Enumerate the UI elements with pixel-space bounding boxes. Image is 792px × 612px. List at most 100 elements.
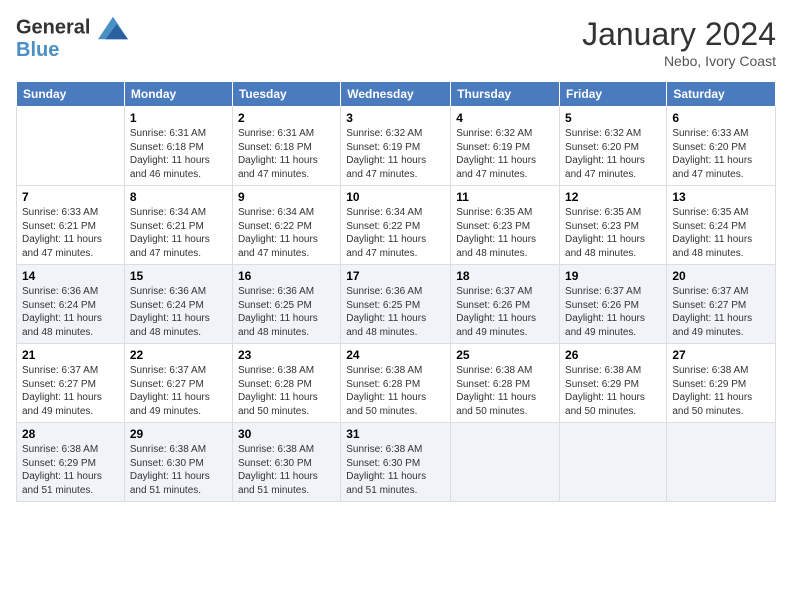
calendar-header-row: Sunday Monday Tuesday Wednesday Thursday…	[17, 82, 776, 107]
header: General Blue January 2024 Nebo, Ivory Co…	[16, 16, 776, 69]
day-number: 2	[238, 111, 335, 125]
calendar-cell: 30 Sunrise: 6:38 AMSunset: 6:30 PMDayligh…	[232, 423, 340, 502]
calendar-week-5: 28 Sunrise: 6:38 AMSunset: 6:29 PMDayligh…	[17, 423, 776, 502]
calendar-cell: 1Sunrise: 6:31 AMSunset: 6:18 PMDaylight…	[124, 107, 232, 186]
logo: General Blue	[16, 16, 128, 60]
day-info: Sunrise: 6:38 AMSunset: 6:29 PMDaylight:…	[672, 364, 770, 418]
day-number: 19	[565, 269, 661, 283]
day-number: 22	[130, 348, 227, 362]
calendar-cell: 9 Sunrise: 6:34 AMSunset: 6:22 PMDaylight…	[232, 186, 340, 265]
day-info: Sunrise: 6:37 AMSunset: 6:27 PMDaylight:…	[130, 364, 227, 418]
header-saturday: Saturday	[667, 82, 776, 107]
calendar-cell: 15Sunrise: 6:36 AMSunset: 6:24 PMDayligh…	[124, 265, 232, 344]
day-number: 5	[565, 111, 661, 125]
logo-text: General	[16, 16, 128, 40]
day-number: 8	[130, 190, 227, 204]
day-info: Sunrise: 6:35 AMSunset: 6:23 PMDaylight:…	[565, 206, 661, 260]
day-number: 25	[456, 348, 554, 362]
day-info: Sunrise: 6:37 AMSunset: 6:27 PMDaylight:…	[672, 285, 770, 339]
day-info: Sunrise: 6:38 AMSunset: 6:28 PMDaylight:…	[238, 364, 335, 418]
calendar-cell: 24Sunrise: 6:38 AMSunset: 6:28 PMDayligh…	[341, 344, 451, 423]
calendar-cell: 22 Sunrise: 6:37 AMSunset: 6:27 PMDayligh…	[124, 344, 232, 423]
day-number: 29	[130, 427, 227, 441]
calendar-cell: 5 Sunrise: 6:32 AMSunset: 6:20 PMDaylight…	[560, 107, 667, 186]
day-info: Sunrise: 6:31 AMSunset: 6:18 PMDaylight:…	[238, 127, 335, 181]
logo-icon	[98, 16, 128, 40]
day-info: Sunrise: 6:36 AMSunset: 6:24 PMDaylight:…	[130, 285, 227, 339]
calendar-week-2: 7 Sunrise: 6:33 AMSunset: 6:21 PMDaylight…	[17, 186, 776, 265]
day-number: 18	[456, 269, 554, 283]
day-number: 9	[238, 190, 335, 204]
header-thursday: Thursday	[451, 82, 560, 107]
day-info: Sunrise: 6:36 AMSunset: 6:25 PMDaylight:…	[346, 285, 445, 339]
calendar-cell	[667, 423, 776, 502]
calendar-cell: 29Sunrise: 6:38 AMSunset: 6:30 PMDayligh…	[124, 423, 232, 502]
day-info: Sunrise: 6:33 AMSunset: 6:20 PMDaylight:…	[672, 127, 770, 181]
calendar-week-3: 14 Sunrise: 6:36 AMSunset: 6:24 PMDayligh…	[17, 265, 776, 344]
calendar-cell: 10Sunrise: 6:34 AMSunset: 6:22 PMDayligh…	[341, 186, 451, 265]
day-info: Sunrise: 6:37 AMSunset: 6:26 PMDaylight:…	[565, 285, 661, 339]
calendar-cell: 31Sunrise: 6:38 AMSunset: 6:30 PMDayligh…	[341, 423, 451, 502]
day-number: 12	[565, 190, 661, 204]
day-number: 6	[672, 111, 770, 125]
day-info: Sunrise: 6:36 AMSunset: 6:24 PMDaylight:…	[22, 285, 119, 339]
day-number: 7	[22, 190, 119, 204]
calendar-cell: 23 Sunrise: 6:38 AMSunset: 6:28 PMDayligh…	[232, 344, 340, 423]
calendar-cell	[451, 423, 560, 502]
day-info: Sunrise: 6:35 AMSunset: 6:23 PMDaylight:…	[456, 206, 554, 260]
day-number: 16	[238, 269, 335, 283]
day-number: 4	[456, 111, 554, 125]
calendar-page: General Blue January 2024 Nebo, Ivory Co…	[0, 0, 792, 612]
location: Nebo, Ivory Coast	[582, 53, 776, 69]
logo-blue: Blue	[16, 40, 128, 60]
header-wednesday: Wednesday	[341, 82, 451, 107]
day-number: 28	[22, 427, 119, 441]
day-number: 20	[672, 269, 770, 283]
calendar-cell: 13 Sunrise: 6:35 AMSunset: 6:24 PMDayligh…	[667, 186, 776, 265]
day-info: Sunrise: 6:34 AMSunset: 6:21 PMDaylight:…	[130, 206, 227, 260]
day-info: Sunrise: 6:38 AMSunset: 6:28 PMDaylight:…	[346, 364, 445, 418]
calendar-cell: 20 Sunrise: 6:37 AMSunset: 6:27 PMDayligh…	[667, 265, 776, 344]
calendar-cell	[560, 423, 667, 502]
calendar-cell: 28 Sunrise: 6:38 AMSunset: 6:29 PMDayligh…	[17, 423, 125, 502]
day-info: Sunrise: 6:35 AMSunset: 6:24 PMDaylight:…	[672, 206, 770, 260]
calendar-cell: 2 Sunrise: 6:31 AMSunset: 6:18 PMDaylight…	[232, 107, 340, 186]
day-info: Sunrise: 6:32 AMSunset: 6:19 PMDaylight:…	[346, 127, 445, 181]
month-title: January 2024	[582, 16, 776, 53]
day-info: Sunrise: 6:33 AMSunset: 6:21 PMDaylight:…	[22, 206, 119, 260]
header-tuesday: Tuesday	[232, 82, 340, 107]
calendar-cell: 27 Sunrise: 6:38 AMSunset: 6:29 PMDayligh…	[667, 344, 776, 423]
calendar-cell: 21Sunrise: 6:37 AMSunset: 6:27 PMDayligh…	[17, 344, 125, 423]
title-block: January 2024 Nebo, Ivory Coast	[582, 16, 776, 69]
calendar-cell: 4 Sunrise: 6:32 AMSunset: 6:19 PMDaylight…	[451, 107, 560, 186]
day-info: Sunrise: 6:38 AMSunset: 6:29 PMDaylight:…	[22, 443, 119, 497]
day-info: Sunrise: 6:32 AMSunset: 6:19 PMDaylight:…	[456, 127, 554, 181]
calendar-cell: 14 Sunrise: 6:36 AMSunset: 6:24 PMDayligh…	[17, 265, 125, 344]
day-number: 13	[672, 190, 770, 204]
calendar-cell: 18 Sunrise: 6:37 AMSunset: 6:26 PMDayligh…	[451, 265, 560, 344]
day-number: 27	[672, 348, 770, 362]
calendar-cell: 8 Sunrise: 6:34 AMSunset: 6:21 PMDaylight…	[124, 186, 232, 265]
header-friday: Friday	[560, 82, 667, 107]
logo-general: General	[16, 16, 90, 38]
day-number: 30	[238, 427, 335, 441]
header-sunday: Sunday	[17, 82, 125, 107]
day-number: 10	[346, 190, 445, 204]
calendar-cell	[17, 107, 125, 186]
day-info: Sunrise: 6:34 AMSunset: 6:22 PMDaylight:…	[238, 206, 335, 260]
day-info: Sunrise: 6:38 AMSunset: 6:28 PMDaylight:…	[456, 364, 554, 418]
calendar-cell: 11Sunrise: 6:35 AMSunset: 6:23 PMDayligh…	[451, 186, 560, 265]
day-number: 3	[346, 111, 445, 125]
day-info: Sunrise: 6:38 AMSunset: 6:29 PMDaylight:…	[565, 364, 661, 418]
day-number: 31	[346, 427, 445, 441]
day-number: 14	[22, 269, 119, 283]
calendar-cell: 17Sunrise: 6:36 AMSunset: 6:25 PMDayligh…	[341, 265, 451, 344]
day-info: Sunrise: 6:37 AMSunset: 6:26 PMDaylight:…	[456, 285, 554, 339]
day-info: Sunrise: 6:38 AMSunset: 6:30 PMDaylight:…	[238, 443, 335, 497]
day-number: 23	[238, 348, 335, 362]
calendar-table: Sunday Monday Tuesday Wednesday Thursday…	[16, 81, 776, 502]
day-info: Sunrise: 6:32 AMSunset: 6:20 PMDaylight:…	[565, 127, 661, 181]
header-monday: Monday	[124, 82, 232, 107]
calendar-week-4: 21Sunrise: 6:37 AMSunset: 6:27 PMDayligh…	[17, 344, 776, 423]
day-info: Sunrise: 6:36 AMSunset: 6:25 PMDaylight:…	[238, 285, 335, 339]
